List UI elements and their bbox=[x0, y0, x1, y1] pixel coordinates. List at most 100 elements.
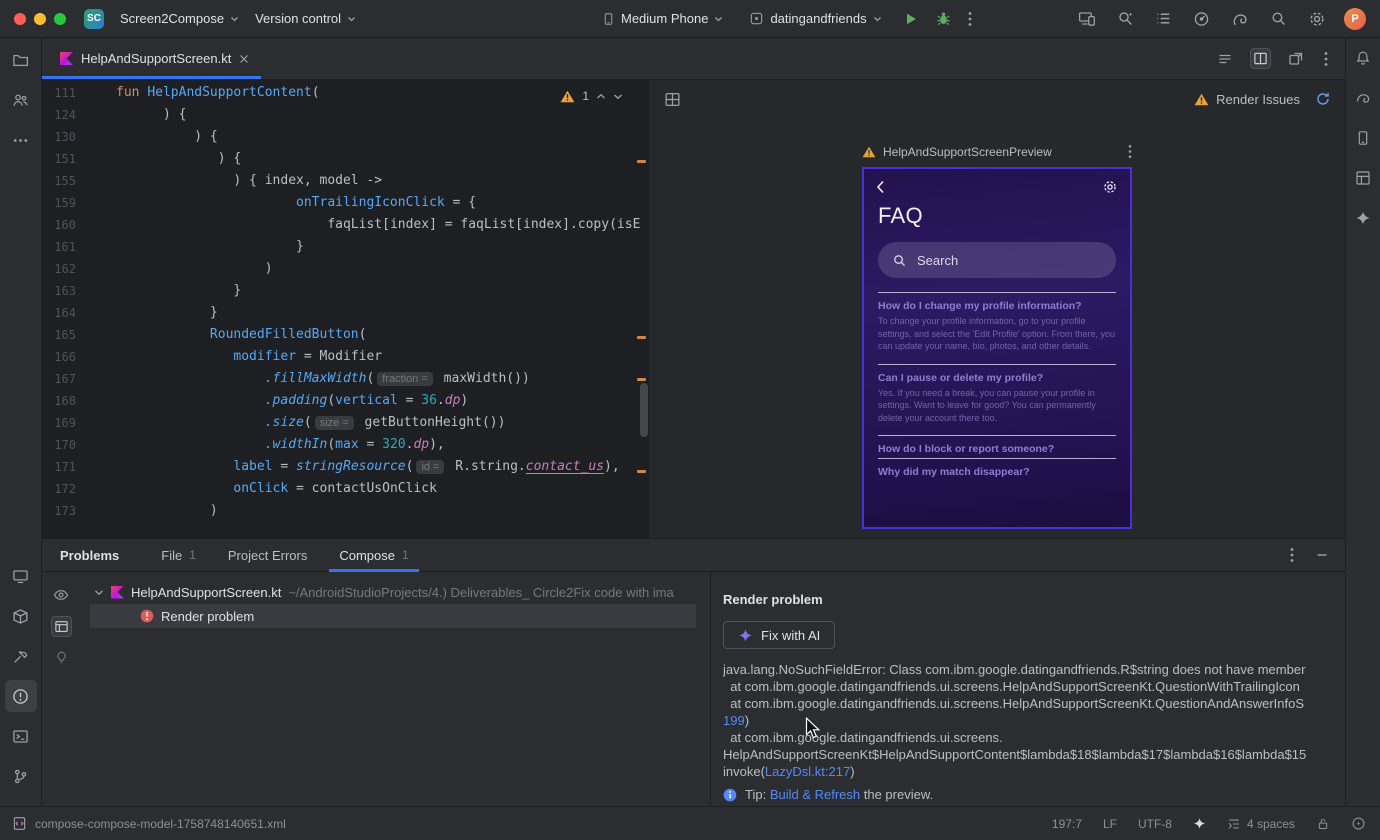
code-line[interactable]: 163 } bbox=[42, 280, 649, 302]
kebab-menu-icon[interactable] bbox=[1128, 144, 1132, 159]
inspection-widget[interactable]: 1 bbox=[556, 87, 627, 105]
encoding-widget[interactable]: UTF-8 bbox=[1138, 817, 1172, 831]
run-button[interactable] bbox=[900, 8, 922, 30]
code-line[interactable]: 130 ) { bbox=[42, 126, 649, 148]
terminal-tool-button[interactable] bbox=[5, 720, 37, 752]
notifications-button[interactable] bbox=[1349, 44, 1377, 72]
hide-panel-button[interactable] bbox=[1313, 546, 1331, 564]
editor-list-button[interactable] bbox=[1214, 48, 1236, 70]
gradle-tool-button[interactable] bbox=[1349, 84, 1377, 112]
code-line[interactable]: 170 .widthIn(max = 320.dp), bbox=[42, 434, 649, 456]
build-refresh-link[interactable]: Build & Refresh bbox=[770, 787, 860, 802]
quickfix-bulb-button[interactable] bbox=[51, 647, 72, 668]
device-manager-tool-button[interactable] bbox=[1349, 124, 1377, 152]
code-line[interactable]: 164 } bbox=[42, 302, 649, 324]
code-line[interactable]: 173 ) bbox=[42, 500, 649, 522]
panel-options-button[interactable] bbox=[1287, 544, 1297, 566]
ai-search-button[interactable] bbox=[1114, 7, 1137, 30]
faq-question[interactable]: How do I change my profile information? bbox=[878, 300, 1116, 312]
detach-editor-button[interactable] bbox=[1285, 48, 1307, 70]
code-line[interactable]: 165 RoundedFilledButton( bbox=[42, 324, 649, 346]
collaboration-tool-button[interactable] bbox=[5, 84, 37, 116]
profile-avatar[interactable]: P bbox=[1344, 7, 1366, 30]
statusbar-file-widget[interactable]: compose-compose-model-1758748140651.xml bbox=[12, 816, 286, 831]
code-line[interactable]: 151 ) { bbox=[42, 148, 649, 170]
device-mirroring-button[interactable] bbox=[1075, 7, 1099, 30]
code-line[interactable]: 162 ) bbox=[42, 258, 649, 280]
project-tool-button[interactable] bbox=[5, 44, 37, 76]
prev-issue-icon[interactable] bbox=[596, 93, 606, 100]
zoom-window-button[interactable] bbox=[54, 12, 66, 25]
stack-link[interactable]: 199 bbox=[723, 713, 745, 728]
caret-position-widget[interactable]: 197:7 bbox=[1052, 817, 1082, 831]
tab-file[interactable]: File 1 bbox=[145, 539, 212, 571]
tab-compose[interactable]: Compose 1 bbox=[323, 539, 424, 572]
phone-preview[interactable]: FAQ Search How do I change my profile in… bbox=[862, 167, 1132, 529]
split-editor-button[interactable] bbox=[1250, 48, 1271, 69]
warning-stripe-mark[interactable] bbox=[637, 470, 646, 473]
settings-button[interactable] bbox=[1305, 7, 1329, 31]
refresh-icon[interactable] bbox=[1315, 91, 1331, 107]
tab-project-errors[interactable]: Project Errors bbox=[212, 539, 323, 571]
preview-card-header[interactable]: HelpAndSupportScreenPreview bbox=[862, 144, 1132, 159]
problems-tree-problem-row[interactable]: Render problem bbox=[90, 604, 696, 628]
preview-toggle-button[interactable] bbox=[50, 584, 72, 606]
code-line[interactable]: 166 modifier = Modifier bbox=[42, 346, 649, 368]
code-line[interactable]: 169 .size(size = getButtonHeight()) bbox=[42, 412, 649, 434]
device-explorer-tool-button[interactable] bbox=[5, 600, 37, 632]
inspection-highlight-widget[interactable] bbox=[1351, 816, 1366, 831]
vcs-menu[interactable]: Version control bbox=[247, 7, 364, 30]
code-line[interactable]: 160 faqList[index] = faqList[index].copy… bbox=[42, 214, 649, 236]
device-selector[interactable]: Medium Phone bbox=[594, 7, 731, 31]
minimize-window-button[interactable] bbox=[34, 12, 46, 25]
gemini-tool-button[interactable] bbox=[1349, 204, 1377, 232]
faq-search-bar[interactable]: Search bbox=[878, 242, 1116, 278]
project-menu[interactable]: Screen2Compose bbox=[112, 7, 247, 30]
running-devices-tool-button[interactable] bbox=[5, 560, 37, 592]
more-tool-windows-button[interactable] bbox=[5, 124, 37, 156]
line-separator-widget[interactable]: LF bbox=[1103, 817, 1117, 831]
code-line[interactable]: 171 label = stringResource(id = R.string… bbox=[42, 456, 649, 478]
render-issues-widget[interactable]: Render Issues bbox=[1194, 91, 1331, 107]
fix-with-ai-button[interactable]: Fix with AI bbox=[723, 621, 836, 649]
profiler-button[interactable] bbox=[1190, 7, 1213, 30]
code-line[interactable]: 124 ) { bbox=[42, 104, 649, 126]
problems-tree-file-row[interactable]: HelpAndSupportScreen.kt ~/AndroidStudioP… bbox=[80, 580, 710, 604]
code-area[interactable]: 111 fun HelpAndSupportContent(124 ) {130 … bbox=[42, 80, 649, 522]
code-line[interactable]: 172 onClick = contactUsOnClick bbox=[42, 478, 649, 500]
indent-widget[interactable]: 4 spaces bbox=[1227, 817, 1295, 831]
editor-tab[interactable]: HelpAndSupportScreen.kt bbox=[42, 38, 262, 79]
preview-layout-button[interactable] bbox=[661, 88, 684, 111]
gear-icon[interactable] bbox=[1102, 179, 1118, 195]
close-window-button[interactable] bbox=[14, 12, 26, 25]
code-line[interactable]: 167 .fillMaxWidth(fraction = maxWidth()) bbox=[42, 368, 649, 390]
details-view-button[interactable] bbox=[50, 616, 72, 637]
version-control-tool-button[interactable] bbox=[5, 760, 37, 792]
code-editor[interactable]: 111 fun HelpAndSupportContent(124 ) {130 … bbox=[42, 80, 649, 538]
run-configuration-selector[interactable]: datingandfriends bbox=[741, 7, 889, 30]
warning-stripe-mark[interactable] bbox=[637, 160, 646, 163]
faq-question[interactable]: How do I block or report someone? bbox=[878, 443, 1116, 455]
code-line[interactable]: 159 onTrailingIconClick = { bbox=[42, 192, 649, 214]
warning-stripe-mark[interactable] bbox=[637, 378, 646, 381]
more-run-actions-button[interactable] bbox=[965, 8, 975, 30]
debug-button[interactable] bbox=[932, 7, 955, 30]
stack-link[interactable]: LazyDsl.kt:217 bbox=[765, 764, 850, 779]
code-line[interactable]: 155 ) { index, model -> bbox=[42, 170, 649, 192]
build-tool-button[interactable] bbox=[5, 640, 37, 672]
editor-options-button[interactable] bbox=[1321, 48, 1331, 70]
warning-stripe-mark[interactable] bbox=[637, 336, 646, 339]
chevron-down-icon[interactable] bbox=[94, 589, 104, 596]
code-line[interactable]: 168 .padding(vertical = 36.dp) bbox=[42, 390, 649, 412]
search-everywhere-button[interactable] bbox=[1267, 7, 1290, 30]
todo-list-button[interactable] bbox=[1152, 7, 1175, 30]
faq-question[interactable]: Can I pause or delete my profile? bbox=[878, 372, 1116, 384]
editor-scrollbar-thumb[interactable] bbox=[640, 383, 648, 437]
gradle-sync-button[interactable] bbox=[1228, 7, 1252, 30]
next-issue-icon[interactable] bbox=[613, 93, 623, 100]
ai-status-widget[interactable] bbox=[1193, 817, 1206, 830]
code-line[interactable]: 161 } bbox=[42, 236, 649, 258]
problems-tool-button[interactable] bbox=[4, 680, 37, 712]
readonly-lock-widget[interactable] bbox=[1316, 817, 1330, 831]
layout-inspector-tool-button[interactable] bbox=[1349, 164, 1377, 192]
